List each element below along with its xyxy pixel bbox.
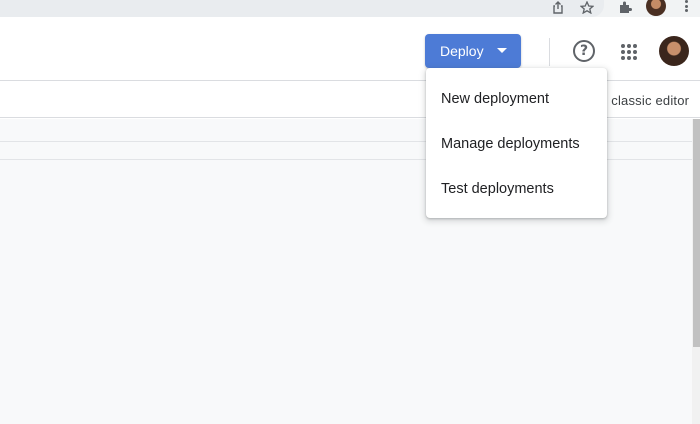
classic-editor-link[interactable]: e classic editor <box>600 93 689 108</box>
deploy-menu: New deployment Manage deployments Test d… <box>426 68 607 218</box>
scrollbar-thumb[interactable] <box>693 119 700 347</box>
chevron-down-icon <box>497 48 507 53</box>
menu-item-label: Test deployments <box>441 180 554 197</box>
menu-item-test-deployments[interactable]: Test deployments <box>426 166 607 211</box>
help-icon-glyph: ? <box>579 43 589 59</box>
menu-item-new-deployment[interactable]: New deployment <box>426 76 607 121</box>
menu-item-label: New deployment <box>441 90 549 107</box>
extensions-icon[interactable] <box>618 0 632 14</box>
deploy-button-label: Deploy <box>440 43 484 59</box>
menu-item-label: Manage deployments <box>441 135 580 152</box>
browser-toolbar <box>0 0 700 17</box>
kebab-menu-icon[interactable] <box>683 0 689 12</box>
apps-grid-icon[interactable] <box>621 44 637 60</box>
scrollbar[interactable] <box>692 119 700 424</box>
header-divider <box>549 38 550 66</box>
account-avatar[interactable] <box>659 36 689 66</box>
deploy-button[interactable]: Deploy <box>425 34 521 68</box>
share-icon[interactable] <box>551 0 565 14</box>
profile-avatar[interactable] <box>646 0 666 16</box>
address-bar[interactable] <box>0 0 604 17</box>
help-icon[interactable]: ? <box>573 40 595 62</box>
menu-item-manage-deployments[interactable]: Manage deployments <box>426 121 607 166</box>
star-icon[interactable] <box>580 0 594 14</box>
